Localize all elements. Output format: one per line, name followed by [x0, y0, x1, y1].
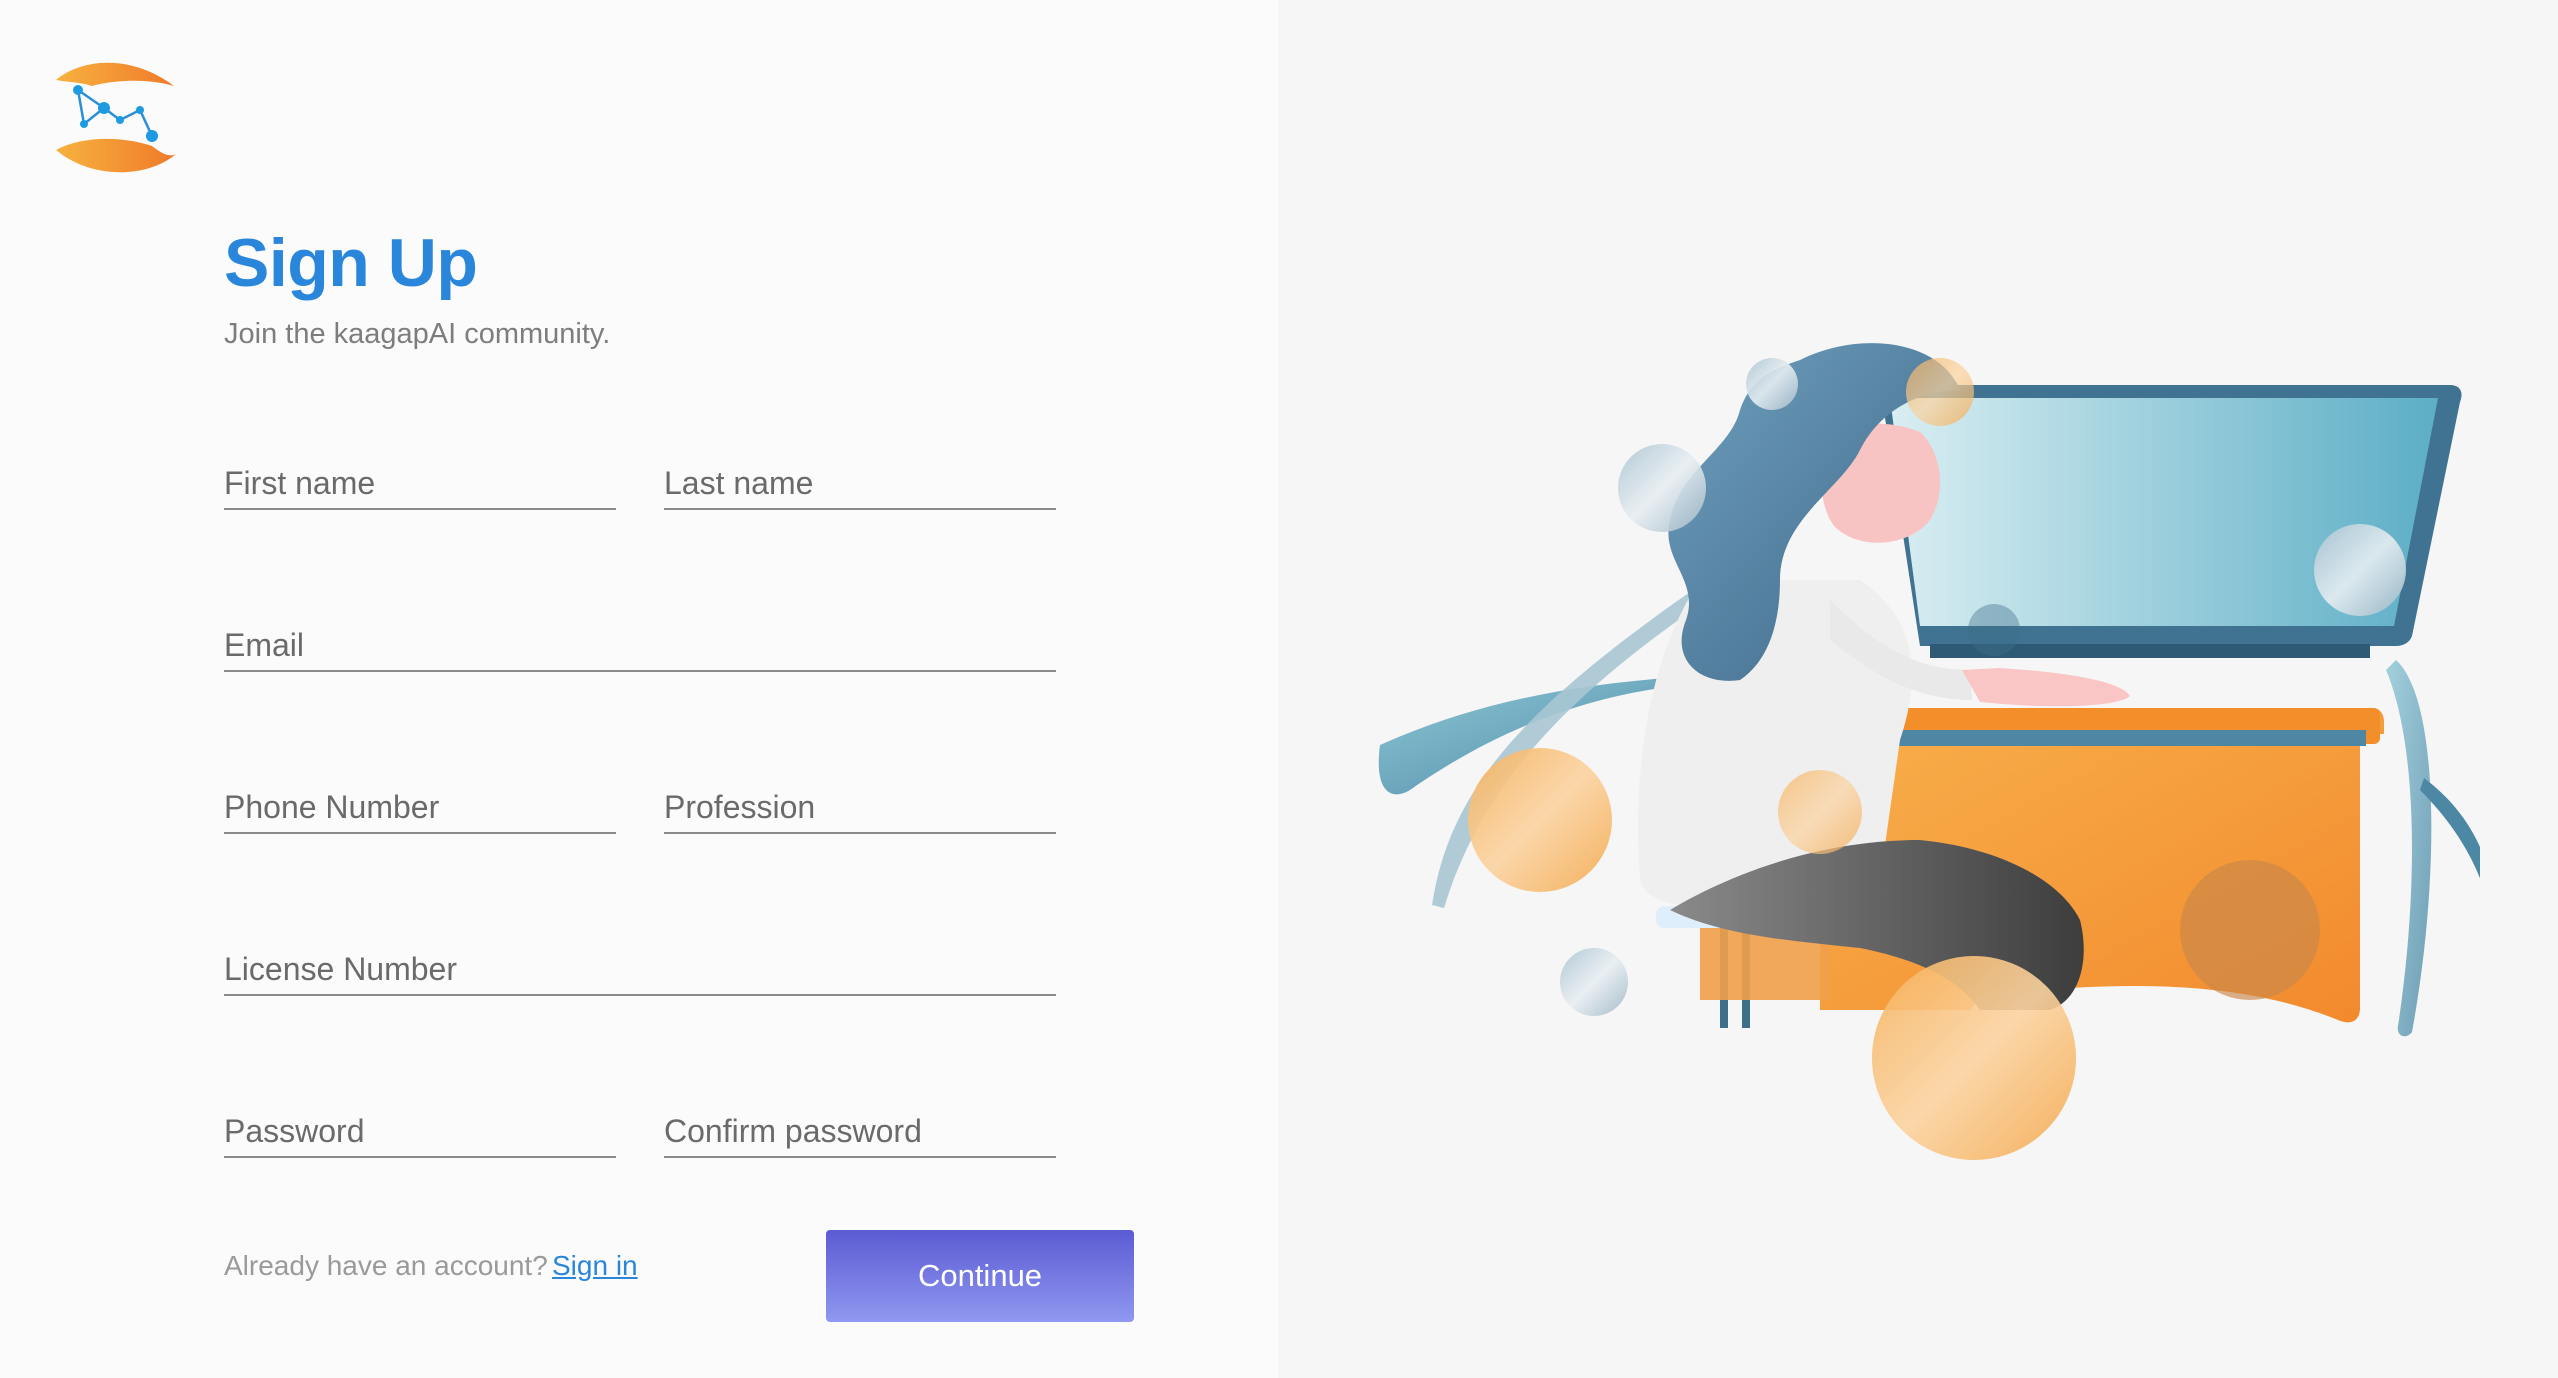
page-subtitle: Join the kaagapAI community.	[224, 318, 611, 350]
password-field[interactable]	[224, 1094, 616, 1158]
kaagapai-logo-icon	[52, 56, 180, 176]
first-name-field[interactable]	[224, 446, 616, 510]
page-title: Sign Up	[224, 225, 478, 301]
email-input[interactable]	[224, 608, 1056, 670]
last-name-field[interactable]	[664, 446, 1056, 510]
profession-input[interactable]	[664, 770, 1056, 832]
last-name-input[interactable]	[664, 446, 1056, 508]
signup-panel: Sign Up Join the kaagapAI community. Alr…	[0, 0, 1278, 1378]
continue-button[interactable]: Continue	[826, 1230, 1134, 1322]
illustration-panel	[1278, 0, 2558, 1378]
email-field[interactable]	[224, 608, 1056, 672]
phone-number-field[interactable]	[224, 770, 616, 834]
signin-prompt: Already have an account?	[224, 1250, 548, 1281]
profession-field[interactable]	[664, 770, 1056, 834]
woman-at-computer-illustration-icon	[1360, 320, 2480, 1180]
signin-link[interactable]: Sign in	[552, 1250, 638, 1282]
confirm-password-input[interactable]	[664, 1094, 1056, 1156]
password-input[interactable]	[224, 1094, 616, 1156]
phone-number-input[interactable]	[224, 770, 616, 832]
license-number-field[interactable]	[224, 932, 1056, 996]
first-name-input[interactable]	[224, 446, 616, 508]
license-number-input[interactable]	[224, 932, 1056, 994]
confirm-password-field[interactable]	[664, 1094, 1056, 1158]
